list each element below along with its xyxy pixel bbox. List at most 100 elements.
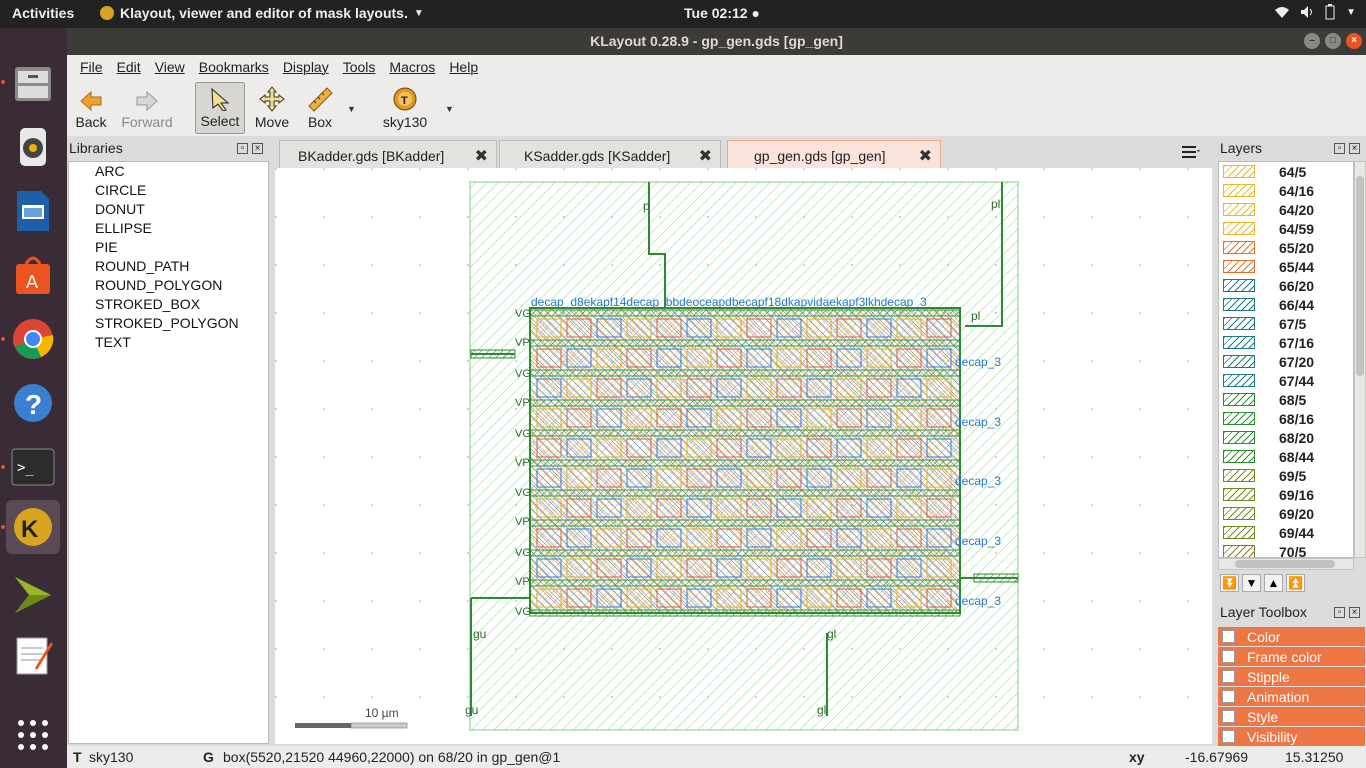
menu-edit[interactable]: Edit (116, 55, 149, 80)
menu-bookmarks[interactable]: Bookmarks (198, 55, 277, 80)
toolbox-stipple[interactable]: Stipple (1218, 667, 1365, 686)
close-tab-icon[interactable]: ✖ (699, 146, 712, 166)
layer-row[interactable]: 68/16 (1219, 409, 1353, 428)
list-item[interactable]: ROUND_PATH (69, 257, 268, 276)
menu-file[interactable]: File (79, 55, 111, 80)
app-menu[interactable]: Klayout, viewer and editor of mask layou… (100, 5, 424, 21)
menu-view[interactable]: View (154, 55, 193, 80)
hamburger-menu-icon[interactable] (1182, 144, 1200, 160)
select-tool-button[interactable]: Select (195, 82, 245, 134)
layer-row[interactable]: 64/5 (1219, 162, 1353, 181)
menu-tools[interactable]: Tools (342, 55, 384, 80)
layer-row[interactable]: 65/20 (1219, 238, 1353, 257)
scrollbar-thumb[interactable] (1235, 560, 1335, 568)
rhythmbox-launcher[interactable] (6, 120, 60, 174)
close-tab-icon[interactable]: ✖ (475, 146, 488, 166)
float-panel-icon[interactable]: ▫ (1334, 607, 1345, 618)
tab-bkadder[interactable]: BKadder.gds [BKadder] ✖ (279, 140, 497, 168)
writer-launcher[interactable] (6, 184, 60, 238)
layer-row[interactable]: 68/44 (1219, 447, 1353, 466)
klayout-launcher[interactable]: K (6, 500, 60, 554)
layer-row[interactable]: 67/44 (1219, 371, 1353, 390)
clock[interactable]: Tue 02:12 ● (684, 5, 760, 21)
layer-row[interactable]: 69/16 (1219, 485, 1353, 504)
box-tool-button[interactable]: Box (303, 82, 337, 134)
list-item[interactable]: ARC (69, 162, 268, 181)
system-tray[interactable]: ▼ (1274, 4, 1356, 20)
float-panel-icon[interactable]: ▫ (237, 143, 248, 154)
close-panel-icon[interactable]: × (1349, 143, 1360, 154)
files-launcher[interactable] (6, 56, 60, 110)
menu-macros[interactable]: Macros (388, 55, 443, 80)
close-panel-icon[interactable]: × (252, 143, 263, 154)
layer-row[interactable]: 69/5 (1219, 466, 1353, 485)
layout-drawing[interactable]: p pl pl gu gl gu gl decap_d8ekapf14decap… (275, 168, 1212, 744)
layer-row[interactable]: 67/5 (1219, 314, 1353, 333)
activities-button[interactable]: Activities (12, 5, 74, 21)
help-launcher[interactable]: ? (6, 376, 60, 430)
move-down-icon[interactable]: ▼ (1242, 574, 1261, 592)
checkbox[interactable] (1222, 650, 1235, 663)
move-top-icon[interactable]: ⏫ (1286, 574, 1305, 592)
move-up-icon[interactable]: ▲ (1264, 574, 1283, 592)
tab-gp-gen[interactable]: gp_gen.gds [gp_gen] ✖ (727, 140, 941, 168)
close-panel-icon[interactable]: × (1349, 607, 1360, 618)
list-item[interactable]: DONUT (69, 200, 268, 219)
chrome-launcher[interactable] (6, 312, 60, 366)
close-window-button[interactable]: × (1346, 33, 1362, 49)
layer-row[interactable]: 64/20 (1219, 200, 1353, 219)
list-item[interactable]: PIE (69, 238, 268, 257)
forward-button[interactable]: Forward (119, 82, 175, 134)
text-editor-launcher[interactable] (6, 628, 60, 682)
show-apps-button[interactable] (6, 708, 60, 762)
vivado-launcher[interactable] (6, 568, 60, 622)
minimize-button[interactable]: – (1304, 33, 1320, 49)
layer-row[interactable]: 66/44 (1219, 295, 1353, 314)
list-item[interactable]: STROKED_POLYGON (69, 314, 268, 333)
layer-list-hscrollbar[interactable] (1218, 558, 1354, 570)
tab-ksadder[interactable]: KSadder.gds [KSadder] ✖ (499, 140, 721, 168)
chevron-down-icon[interactable]: ▼ (445, 104, 454, 114)
list-item[interactable]: ROUND_POLYGON (69, 276, 268, 295)
checkbox[interactable] (1222, 690, 1235, 703)
menu-display[interactable]: Display (282, 55, 337, 80)
toolbox-animation[interactable]: Animation (1218, 687, 1365, 706)
float-panel-icon[interactable]: ▫ (1334, 143, 1345, 154)
toolbox-color[interactable]: Color (1218, 627, 1365, 646)
checkbox[interactable] (1222, 630, 1235, 643)
layer-row[interactable]: 64/16 (1219, 181, 1353, 200)
close-tab-icon[interactable]: ✖ (919, 146, 932, 166)
layout-canvas[interactable]: p pl pl gu gl gu gl decap_d8ekapf14decap… (275, 168, 1212, 744)
back-button[interactable]: Back (73, 82, 109, 134)
layer-row[interactable]: 66/20 (1219, 276, 1353, 295)
list-item[interactable]: CIRCLE (69, 181, 268, 200)
toolbox-visibility[interactable]: Visibility (1218, 727, 1365, 746)
terminal-launcher[interactable]: >_ (6, 440, 60, 494)
layer-row[interactable]: 68/20 (1219, 428, 1353, 447)
technology-button[interactable]: T sky130 (379, 82, 431, 134)
maximize-button[interactable]: □ (1325, 33, 1341, 49)
list-item[interactable]: TEXT (69, 333, 268, 352)
layer-row[interactable]: 67/16 (1219, 333, 1353, 352)
move-tool-button[interactable]: Move (251, 82, 293, 134)
toolbox-frame-color[interactable]: Frame color (1218, 647, 1365, 666)
layer-row[interactable]: 70/5 (1219, 542, 1353, 557)
layer-row[interactable]: 69/20 (1219, 504, 1353, 523)
toolbox-style[interactable]: Style (1218, 707, 1365, 726)
list-item[interactable]: ELLIPSE (69, 219, 268, 238)
software-launcher[interactable]: A (6, 248, 60, 302)
layer-row[interactable]: 69/44 (1219, 523, 1353, 542)
layer-row[interactable]: 67/20 (1219, 352, 1353, 371)
window-title-bar[interactable]: KLayout 0.28.9 - gp_gen.gds [gp_gen] – □… (67, 28, 1366, 55)
scrollbar-thumb[interactable] (1356, 176, 1364, 376)
list-item[interactable]: STROKED_BOX (69, 295, 268, 314)
layer-row[interactable]: 65/44 (1219, 257, 1353, 276)
layer-row[interactable]: 64/59 (1219, 219, 1353, 238)
layer-list-scrollbar[interactable] (1354, 161, 1366, 558)
checkbox[interactable] (1222, 730, 1235, 743)
layer-row[interactable]: 68/5 (1219, 390, 1353, 409)
checkbox[interactable] (1222, 670, 1235, 683)
move-bottom-icon[interactable]: ⏬ (1220, 574, 1239, 592)
menu-help[interactable]: Help (448, 55, 486, 80)
checkbox[interactable] (1222, 710, 1235, 723)
